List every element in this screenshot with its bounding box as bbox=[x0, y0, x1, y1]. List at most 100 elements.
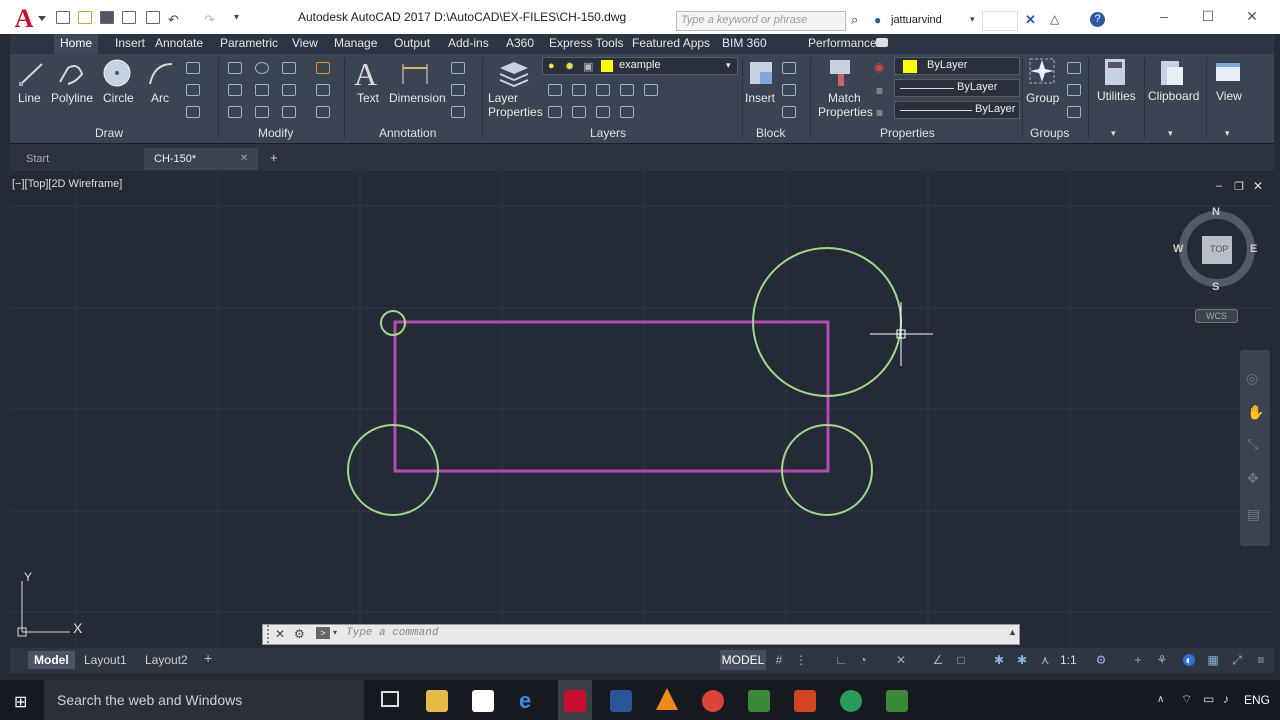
explode-icon[interactable] bbox=[316, 84, 330, 96]
layer-tool-icon[interactable] bbox=[620, 84, 634, 96]
drawing-canvas[interactable] bbox=[10, 171, 1274, 650]
sun-icon[interactable]: ✹ bbox=[565, 60, 574, 73]
chevron-down-icon[interactable]: ▾ bbox=[1168, 128, 1173, 139]
minimize-button[interactable]: – bbox=[1152, 8, 1176, 26]
wcs-menu[interactable]: WCS bbox=[1195, 309, 1238, 323]
linear-dim-icon[interactable] bbox=[451, 62, 465, 74]
tab-performance[interactable]: Performance bbox=[802, 34, 883, 54]
panel-layers[interactable]: Layers bbox=[590, 126, 626, 140]
help-icon[interactable]: ? bbox=[1090, 12, 1105, 27]
erase-icon[interactable] bbox=[316, 62, 330, 74]
insert-button[interactable]: Insert bbox=[745, 91, 775, 105]
chevron-down-icon[interactable]: ▾ bbox=[333, 628, 337, 637]
panel-draw[interactable]: Draw bbox=[95, 126, 123, 140]
add-icon[interactable]: + bbox=[1132, 654, 1144, 666]
ribbon-toggle-icon[interactable] bbox=[876, 38, 888, 47]
tab-start[interactable]: Start bbox=[16, 148, 144, 170]
lock-icon[interactable]: ▣ bbox=[583, 60, 593, 73]
tab-add-ins[interactable]: Add-ins bbox=[442, 34, 495, 54]
customize-wrench-icon[interactable]: ⚙ bbox=[294, 627, 305, 641]
lineweight-icon[interactable]: ≡ bbox=[876, 84, 883, 98]
group-select-icon[interactable] bbox=[1067, 106, 1081, 118]
tab-model[interactable]: Model bbox=[28, 651, 75, 669]
open-folder-icon[interactable] bbox=[78, 11, 92, 24]
command-history-icon[interactable]: ▲ bbox=[1008, 627, 1017, 637]
tab-view[interactable]: View bbox=[286, 34, 324, 54]
table-icon[interactable] bbox=[451, 106, 465, 118]
tab-layout1[interactable]: Layout1 bbox=[78, 651, 133, 669]
ortho-icon[interactable]: ∟ bbox=[835, 654, 847, 666]
layer-properties-label-2[interactable]: Properties bbox=[488, 105, 543, 119]
arc-button[interactable]: Arc bbox=[151, 91, 169, 105]
word-icon[interactable] bbox=[610, 690, 632, 712]
file-explorer-icon[interactable] bbox=[426, 690, 448, 712]
match-properties-label-2[interactable]: Properties bbox=[818, 105, 873, 119]
zoom-extents-icon[interactable]: ⤡ bbox=[1247, 436, 1258, 453]
annotation-scale-value[interactable]: 1:1 bbox=[1060, 653, 1077, 667]
object-snap-tracking-icon[interactable]: ∠ bbox=[932, 654, 944, 666]
lightbulb-icon[interactable]: ● bbox=[548, 60, 555, 72]
network-icon[interactable]: ⌔ bbox=[1181, 692, 1192, 707]
match-properties-label-1[interactable]: Match bbox=[828, 91, 861, 105]
taskbar-search-input[interactable]: Search the web and Windows bbox=[44, 680, 364, 720]
tab-express-tools[interactable]: Express Tools bbox=[543, 34, 629, 54]
polyline-button[interactable]: Polyline bbox=[51, 91, 93, 105]
chrome-icon[interactable] bbox=[702, 690, 724, 712]
layer-tool-icon[interactable] bbox=[548, 84, 562, 96]
scale-icon[interactable] bbox=[255, 106, 269, 118]
view-button[interactable]: View bbox=[1216, 89, 1242, 103]
grid-icon[interactable]: # bbox=[773, 654, 785, 666]
panel-groups[interactable]: Groups bbox=[1030, 126, 1069, 140]
showmotion-icon[interactable]: ▤ bbox=[1247, 506, 1260, 523]
undo-icon[interactable]: ↶ bbox=[168, 12, 179, 28]
a360-icon[interactable]: △ bbox=[1050, 12, 1059, 26]
add-layout-icon[interactable]: + bbox=[204, 650, 212, 666]
powerpoint-icon[interactable] bbox=[794, 690, 816, 712]
tab-home[interactable]: Home bbox=[54, 34, 99, 54]
viewport-close-icon[interactable]: ✕ bbox=[1253, 179, 1263, 193]
autocad-icon[interactable] bbox=[564, 690, 586, 712]
array-icon[interactable] bbox=[282, 106, 296, 118]
tab-featured-apps[interactable]: Featured Apps bbox=[626, 34, 716, 54]
layer-properties-label-1[interactable]: Layer bbox=[488, 91, 518, 105]
close-tab-icon[interactable]: ✕ bbox=[240, 153, 248, 164]
layer-tool-icon[interactable] bbox=[596, 84, 610, 96]
tab-a360[interactable]: A360 bbox=[500, 34, 540, 54]
viewport-minimize-icon[interactable]: – bbox=[1216, 180, 1222, 192]
layer-tool-icon[interactable] bbox=[548, 106, 562, 118]
task-view-icon[interactable] bbox=[381, 691, 399, 707]
customization-menu-icon[interactable]: ≡ bbox=[1255, 654, 1267, 666]
show-hidden-icons[interactable]: ∧ bbox=[1157, 694, 1164, 705]
tab-output[interactable]: Output bbox=[388, 34, 436, 54]
customize-qat-icon[interactable]: ▾ bbox=[234, 12, 239, 23]
line-button[interactable]: Line bbox=[18, 91, 41, 105]
input-language[interactable]: ENG bbox=[1244, 693, 1270, 707]
close-button[interactable]: ✕ bbox=[1240, 8, 1264, 26]
dimension-button[interactable]: Dimension bbox=[389, 91, 446, 105]
polar-icon[interactable]: ◔ bbox=[857, 654, 869, 666]
panel-properties[interactable]: Properties bbox=[880, 126, 935, 140]
trim-icon[interactable] bbox=[282, 62, 296, 74]
tab-annotate[interactable]: Annotate bbox=[149, 34, 209, 54]
clipboard-button[interactable]: Clipboard bbox=[1148, 89, 1199, 103]
fillet-icon[interactable] bbox=[282, 84, 296, 96]
stretch-icon[interactable] bbox=[228, 106, 242, 118]
orbit-icon[interactable]: ✥ bbox=[1247, 470, 1259, 487]
gradient-icon[interactable] bbox=[186, 106, 200, 118]
camtasia-icon[interactable] bbox=[748, 690, 770, 712]
group-edit-icon[interactable] bbox=[1067, 84, 1081, 96]
redo-icon[interactable]: ↷ bbox=[204, 12, 215, 28]
rectangle-entity[interactable] bbox=[393, 320, 830, 473]
save-icon[interactable] bbox=[100, 11, 114, 24]
viewport-controls[interactable]: [−][Top][2D Wireframe] bbox=[12, 178, 122, 190]
layer-tool-icon[interactable] bbox=[620, 106, 634, 118]
chevron-down-icon[interactable]: ▾ bbox=[970, 14, 975, 25]
user-account[interactable]: jattuarvind bbox=[891, 14, 942, 26]
text-button[interactable]: Text bbox=[357, 91, 379, 105]
snap-icon[interactable]: ⋮ bbox=[795, 654, 807, 666]
layer-tool-icon[interactable] bbox=[596, 106, 610, 118]
create-block-icon[interactable] bbox=[782, 62, 796, 74]
store-icon[interactable] bbox=[472, 690, 494, 712]
help-search-input[interactable]: Type a keyword or phrase bbox=[676, 11, 846, 31]
copy-icon[interactable] bbox=[228, 84, 242, 96]
